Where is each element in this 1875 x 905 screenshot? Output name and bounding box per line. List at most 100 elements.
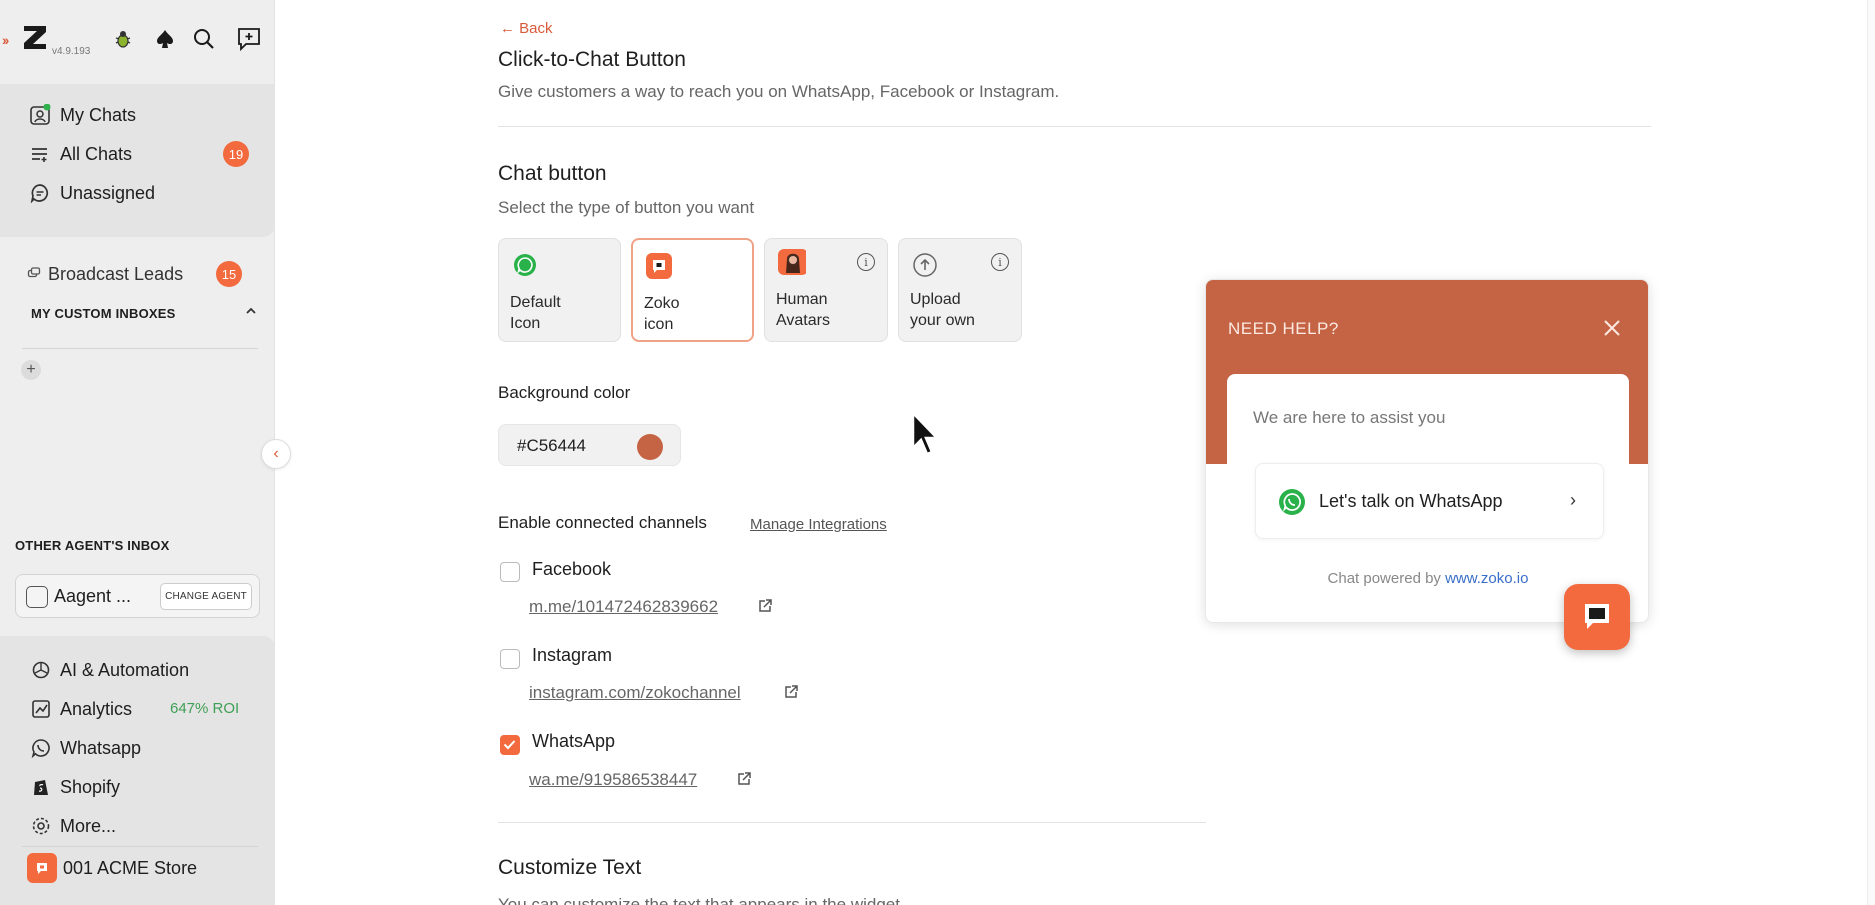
unassigned-icon — [28, 181, 52, 205]
nav-whatsapp[interactable]: Whatsapp — [30, 734, 141, 762]
info-icon[interactable]: i — [857, 253, 875, 271]
nav-label: Shopify — [60, 776, 121, 797]
info-icon[interactable]: i — [991, 253, 1009, 271]
nav-more[interactable]: More... — [30, 812, 116, 840]
sidebar-topbar: ›› v4.9.193 — [0, 18, 275, 68]
whatsapp-icon — [30, 737, 52, 759]
widget-title: NEED HELP? — [1228, 319, 1339, 338]
option-label: Avatars — [776, 312, 830, 329]
channel-name: Facebook — [532, 559, 612, 579]
channel-link[interactable]: m.me/101472462839662 — [529, 597, 718, 617]
zoko-link[interactable]: www.zoko.io — [1445, 570, 1528, 587]
chat-bubble-icon — [1585, 604, 1609, 629]
nav-my-chats[interactable]: My Chats — [28, 101, 136, 129]
new-chat-icon[interactable] — [236, 26, 262, 52]
scrollbar[interactable] — [1867, 0, 1875, 905]
background-color-value: #C56444 — [517, 436, 587, 455]
app-version: v4.9.193 — [52, 46, 91, 57]
nav-store[interactable]: 001 ACME Store — [27, 853, 198, 883]
page-subtitle: Give customers a way to reach you on Wha… — [498, 82, 1060, 101]
analytics-icon — [30, 698, 52, 720]
openai-icon — [30, 659, 52, 681]
broadcast-icon — [26, 266, 42, 282]
spade-icon[interactable] — [152, 26, 178, 52]
nav-analytics[interactable]: Analytics — [30, 695, 132, 723]
channels-label: Enable connected channels — [498, 513, 707, 532]
broadcast-count-badge: 15 — [216, 261, 242, 287]
whatsapp-button-label: Let's talk on WhatsApp — [1319, 491, 1503, 511]
channel-link[interactable]: instagram.com/zokochannel — [529, 683, 741, 703]
all-chats-count-badge: 19 — [223, 141, 249, 167]
whatsapp-chat-button[interactable]: Let's talk on WhatsApp › — [1255, 463, 1604, 539]
sidebar: ›› v4.9.193 My Chats All Chats 19 Unassi… — [0, 0, 275, 905]
nav-label: More... — [60, 815, 117, 836]
nav-unassigned[interactable]: Unassigned — [28, 179, 155, 207]
option-default-icon[interactable]: Default Icon — [498, 238, 621, 342]
background-color-field[interactable]: #C56444 — [498, 424, 681, 466]
instagram-checkbox[interactable] — [500, 649, 520, 669]
whatsapp-checkbox[interactable] — [500, 735, 520, 755]
external-link-icon[interactable] — [757, 598, 773, 614]
option-label: Default — [510, 294, 561, 311]
channel-name: WhatsApp — [532, 731, 616, 751]
bug-icon[interactable] — [110, 26, 136, 52]
divider — [498, 126, 1651, 127]
agent-avatar-icon — [26, 586, 48, 608]
chevron-right-icon: › — [1570, 490, 1576, 510]
external-link-icon[interactable] — [783, 684, 799, 700]
checkmark-icon — [503, 740, 516, 750]
powered-text: Chat powered by — [1327, 570, 1441, 587]
shopify-icon — [30, 776, 52, 798]
search-icon[interactable] — [191, 26, 217, 52]
divider — [22, 846, 258, 847]
avatar-icon — [778, 249, 806, 275]
zoko-logo-icon[interactable] — [20, 22, 50, 52]
customize-text-description: You can customize the text that appears … — [498, 895, 900, 905]
nav-shopify[interactable]: Shopify — [30, 773, 120, 801]
color-swatch[interactable] — [637, 434, 663, 460]
upload-icon — [913, 253, 937, 277]
option-label: icon — [644, 316, 674, 333]
nav-all-chats[interactable]: All Chats — [28, 140, 132, 168]
option-upload-your-own[interactable]: i Upload your own — [898, 238, 1022, 342]
zoko-chat-icon — [646, 253, 672, 279]
nav-label: Unassigned — [60, 182, 156, 203]
chat-button-heading: Chat button — [498, 162, 607, 185]
option-human-avatars[interactable]: i Human Avatars — [764, 238, 888, 342]
channel-name: Instagram — [532, 645, 613, 665]
broadcast-label: Broadcast Leads — [48, 263, 184, 284]
add-inbox-button[interactable]: + — [21, 360, 41, 380]
option-label: your own — [910, 312, 975, 329]
nav-broadcast-leads[interactable]: Broadcast Leads — [26, 260, 183, 288]
collapse-sidebar-button[interactable]: ‹ — [261, 439, 291, 469]
option-label: Icon — [510, 315, 541, 332]
nav-label: All Chats — [60, 143, 133, 164]
external-link-icon[interactable] — [736, 771, 752, 787]
customize-text-heading: Customize Text — [498, 856, 642, 879]
whatsapp-icon — [514, 254, 536, 276]
nav-label: Whatsapp — [60, 737, 142, 758]
store-logo-icon — [27, 853, 57, 883]
my-chats-icon — [28, 103, 52, 127]
close-icon[interactable] — [1601, 317, 1623, 339]
chevron-up-icon[interactable] — [244, 304, 258, 323]
option-zoko-icon[interactable]: Zoko icon — [631, 238, 754, 342]
agent-selector: Aagent ... CHANGE AGENT — [15, 574, 260, 618]
page-title: Click-to-Chat Button — [498, 48, 686, 71]
primary-nav: My Chats All Chats 19 Unassigned — [0, 84, 275, 237]
facebook-checkbox[interactable] — [500, 562, 520, 582]
chat-launcher-button[interactable] — [1564, 584, 1630, 650]
manage-integrations-link[interactable]: Manage Integrations — [750, 516, 887, 533]
back-link[interactable]: ← Back — [500, 20, 553, 37]
option-label: Human — [776, 291, 828, 308]
change-agent-button[interactable]: CHANGE AGENT — [160, 583, 252, 610]
expand-arrows-icon[interactable]: ›› — [2, 32, 9, 48]
chat-widget-preview: NEED HELP? We are here to assist you Let… — [1205, 279, 1649, 623]
nav-ai-automation[interactable]: AI & Automation — [30, 656, 189, 684]
store-label: 001 ACME Store — [63, 857, 198, 878]
option-label: Upload — [910, 291, 961, 308]
divider — [498, 822, 1206, 823]
background-color-label: Background color — [498, 383, 631, 402]
nav-label: My Chats — [60, 104, 137, 125]
channel-link[interactable]: wa.me/919586538447 — [529, 770, 697, 790]
